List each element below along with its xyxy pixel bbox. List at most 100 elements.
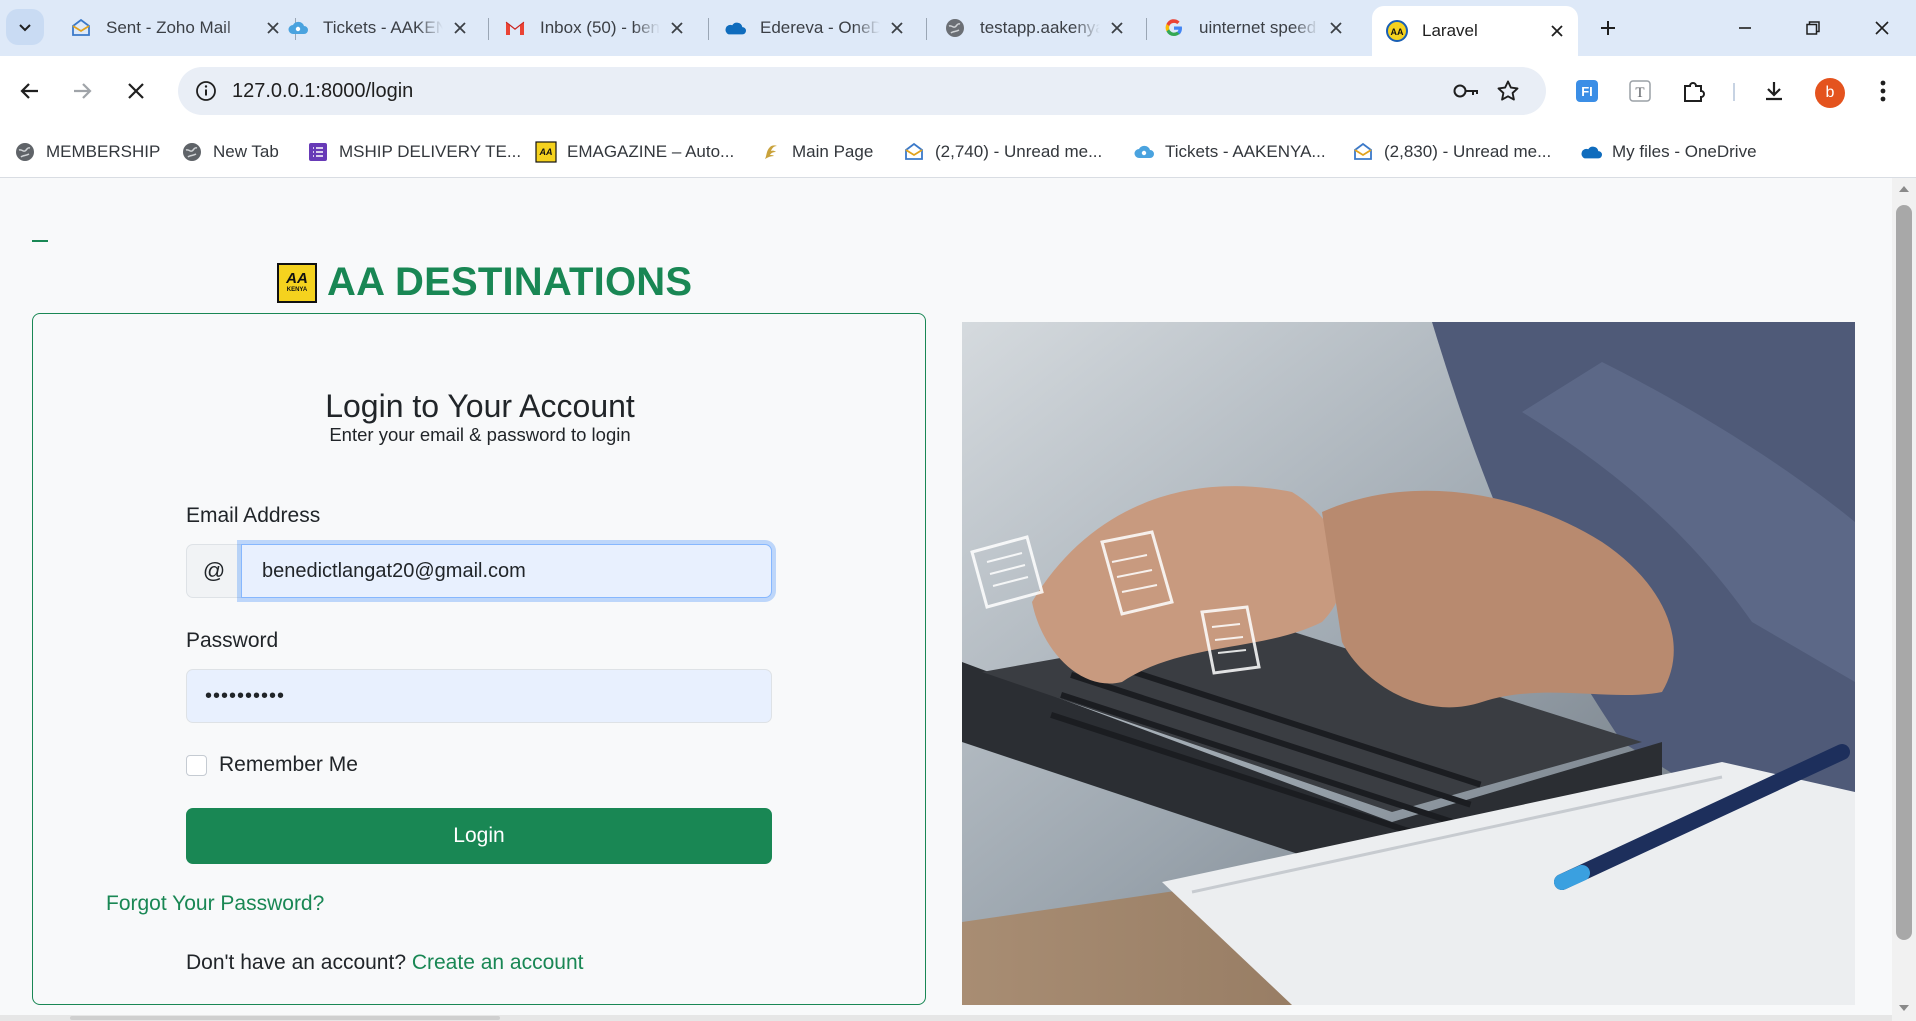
tab-title: Tickets - AAKENYA — [323, 18, 443, 37]
aa-kenya-icon: AA — [535, 141, 557, 163]
scroll-thumb[interactable] — [1896, 205, 1912, 940]
chevron-down-icon — [19, 24, 31, 32]
url-text[interactable]: 127.0.0.1:8000/login — [232, 80, 413, 103]
horizontal-scroll-thumb[interactable] — [70, 1016, 500, 1020]
tab-title: Sent - Zoho Mail — [106, 18, 231, 37]
email-field[interactable] — [241, 544, 772, 598]
close-icon[interactable] — [1106, 17, 1128, 39]
bookmark-label: MSHIP DELIVERY TE... — [339, 142, 522, 161]
close-window-button[interactable] — [1862, 10, 1902, 46]
zoho-mail-icon — [70, 17, 92, 39]
bookmark-emagazine[interactable]: AA EMAGAZINE – Auto... — [535, 136, 734, 168]
new-tab-button[interactable] — [1592, 12, 1624, 44]
helpdesk-cloud-icon — [287, 17, 309, 39]
profile-avatar[interactable]: b — [1815, 78, 1845, 108]
close-icon[interactable] — [1546, 20, 1568, 42]
bookmark-label: (2,740) - Unread me... — [935, 142, 1103, 161]
vertical-scrollbar[interactable] — [1892, 178, 1916, 1021]
star-icon[interactable] — [1492, 75, 1524, 107]
address-bar[interactable]: 127.0.0.1:8000/login — [178, 67, 1546, 115]
gmail-icon — [504, 17, 526, 39]
bookmark-label: My files - OneDrive — [1612, 142, 1757, 161]
tab-onedrive[interactable]: Edereva - OneDrive — [710, 8, 918, 48]
extension-button[interactable]: T — [1622, 73, 1658, 109]
bookmark-mship-delivery[interactable]: MSHIP DELIVERY TE... — [307, 136, 521, 168]
downloads-button[interactable] — [1756, 73, 1792, 109]
aa-kenya-logo: AA KENYA — [277, 262, 317, 303]
google-icon — [1163, 17, 1185, 39]
tab-gmail-inbox[interactable]: Inbox (50) - benedictlangat20 — [490, 8, 698, 48]
bookmark-label: MEMBERSHIP — [46, 142, 161, 161]
tab-title: Laravel — [1422, 21, 1478, 40]
toolbar-divider — [1733, 83, 1735, 101]
site-info-icon[interactable] — [188, 73, 224, 109]
minimize-button[interactable] — [1725, 10, 1765, 46]
browser-toolbar: 127.0.0.1:8000/login FI T b — [0, 56, 1916, 126]
bookmark-label: (2,830) - Unread me... — [1384, 142, 1552, 161]
remember-label: Remember Me — [219, 753, 358, 776]
extension-button[interactable]: FI — [1569, 73, 1605, 109]
login-title: Login to Your Account — [325, 388, 635, 424]
forgot-password-link[interactable]: Forgot Your Password? — [106, 892, 324, 916]
stop-loading-button[interactable] — [117, 72, 155, 110]
bookmark-label: Tickets - AAKENYA... — [1165, 142, 1326, 161]
bookmark-unread-2740[interactable]: (2,740) - Unread me... — [903, 136, 1102, 168]
tab-search-button[interactable] — [6, 9, 44, 45]
close-icon[interactable] — [449, 17, 471, 39]
globe-icon — [944, 17, 966, 39]
fi-extension-icon: FI — [1576, 80, 1598, 102]
tab-google-search[interactable]: uinternet speed test — [1149, 8, 1357, 48]
brand-header[interactable]: AA KENYA AA DESTINATIONS — [277, 260, 692, 305]
bookmark-label: New Tab — [213, 142, 279, 161]
tab-title: Inbox (50) - benedictlangat20 — [540, 18, 660, 37]
close-icon[interactable] — [666, 17, 688, 39]
onedrive-icon — [724, 17, 746, 39]
bookmark-onedrive[interactable]: My files - OneDrive — [1580, 136, 1757, 168]
globe-icon — [181, 141, 203, 163]
browser-window: Sent - Zoho Mail Tickets - AAKENYA Inbox… — [0, 0, 1916, 1021]
bookmark-tickets[interactable]: Tickets - AAKENYA... — [1133, 136, 1326, 168]
create-account-link[interactable]: Create an account — [412, 951, 584, 974]
close-icon[interactable] — [886, 17, 908, 39]
password-key-icon[interactable] — [1450, 75, 1482, 107]
scroll-up-arrow-icon[interactable] — [1899, 186, 1909, 192]
scroll-down-arrow-icon[interactable] — [1899, 1005, 1909, 1011]
forward-button[interactable] — [63, 72, 101, 110]
plus-icon — [1601, 21, 1615, 35]
bookmark-new-tab[interactable]: New Tab — [181, 136, 279, 168]
password-field[interactable] — [186, 669, 772, 723]
arrow-right-icon — [74, 83, 92, 99]
tab-laravel[interactable]: AA Laravel — [1372, 6, 1578, 56]
browser-menu-button[interactable] — [1865, 73, 1901, 109]
page-content: AA KENYA AA DESTINATIONS Login to Your A… — [0, 178, 1892, 1021]
bookmark-label: EMAGAZINE – Auto... — [567, 142, 735, 161]
remember-checkbox[interactable] — [186, 754, 207, 776]
arrow-left-icon — [20, 83, 38, 99]
close-icon[interactable] — [1325, 17, 1347, 39]
back-button[interactable] — [11, 72, 49, 110]
bookmark-membership[interactable]: MEMBERSHIP — [14, 136, 160, 168]
minimize-icon — [1739, 27, 1751, 29]
email-input-group: @ — [186, 544, 772, 598]
restore-button[interactable] — [1793, 10, 1833, 46]
tab-separator — [708, 18, 709, 40]
tab-zoho-sent[interactable]: Sent - Zoho Mail — [56, 8, 294, 48]
close-icon — [1875, 21, 1889, 35]
zoho-mail-icon — [1352, 141, 1374, 163]
text-extension-icon: T — [1629, 80, 1651, 102]
bookmark-unread-2830[interactable]: (2,830) - Unread me... — [1352, 136, 1551, 168]
logo-text: AA — [286, 270, 308, 287]
bookmark-label: Main Page — [792, 142, 874, 161]
svg-text:FI: FI — [1581, 84, 1593, 99]
remember-me[interactable]: Remember Me — [186, 753, 358, 777]
svg-text:AA: AA — [1391, 27, 1404, 37]
extensions-menu-button[interactable] — [1675, 73, 1711, 109]
login-card: Login to Your Account Enter your email &… — [32, 313, 926, 1005]
tab-tickets[interactable]: Tickets - AAKENYA — [273, 8, 481, 48]
bookmark-main-page[interactable]: Main Page — [760, 136, 873, 168]
login-button[interactable]: Login — [186, 808, 772, 864]
tab-testapp[interactable]: testapp.aakenya — [930, 8, 1138, 48]
svg-text:T: T — [1635, 85, 1644, 101]
tab-title: testapp.aakenya — [980, 18, 1100, 37]
onedrive-icon — [1580, 141, 1602, 163]
